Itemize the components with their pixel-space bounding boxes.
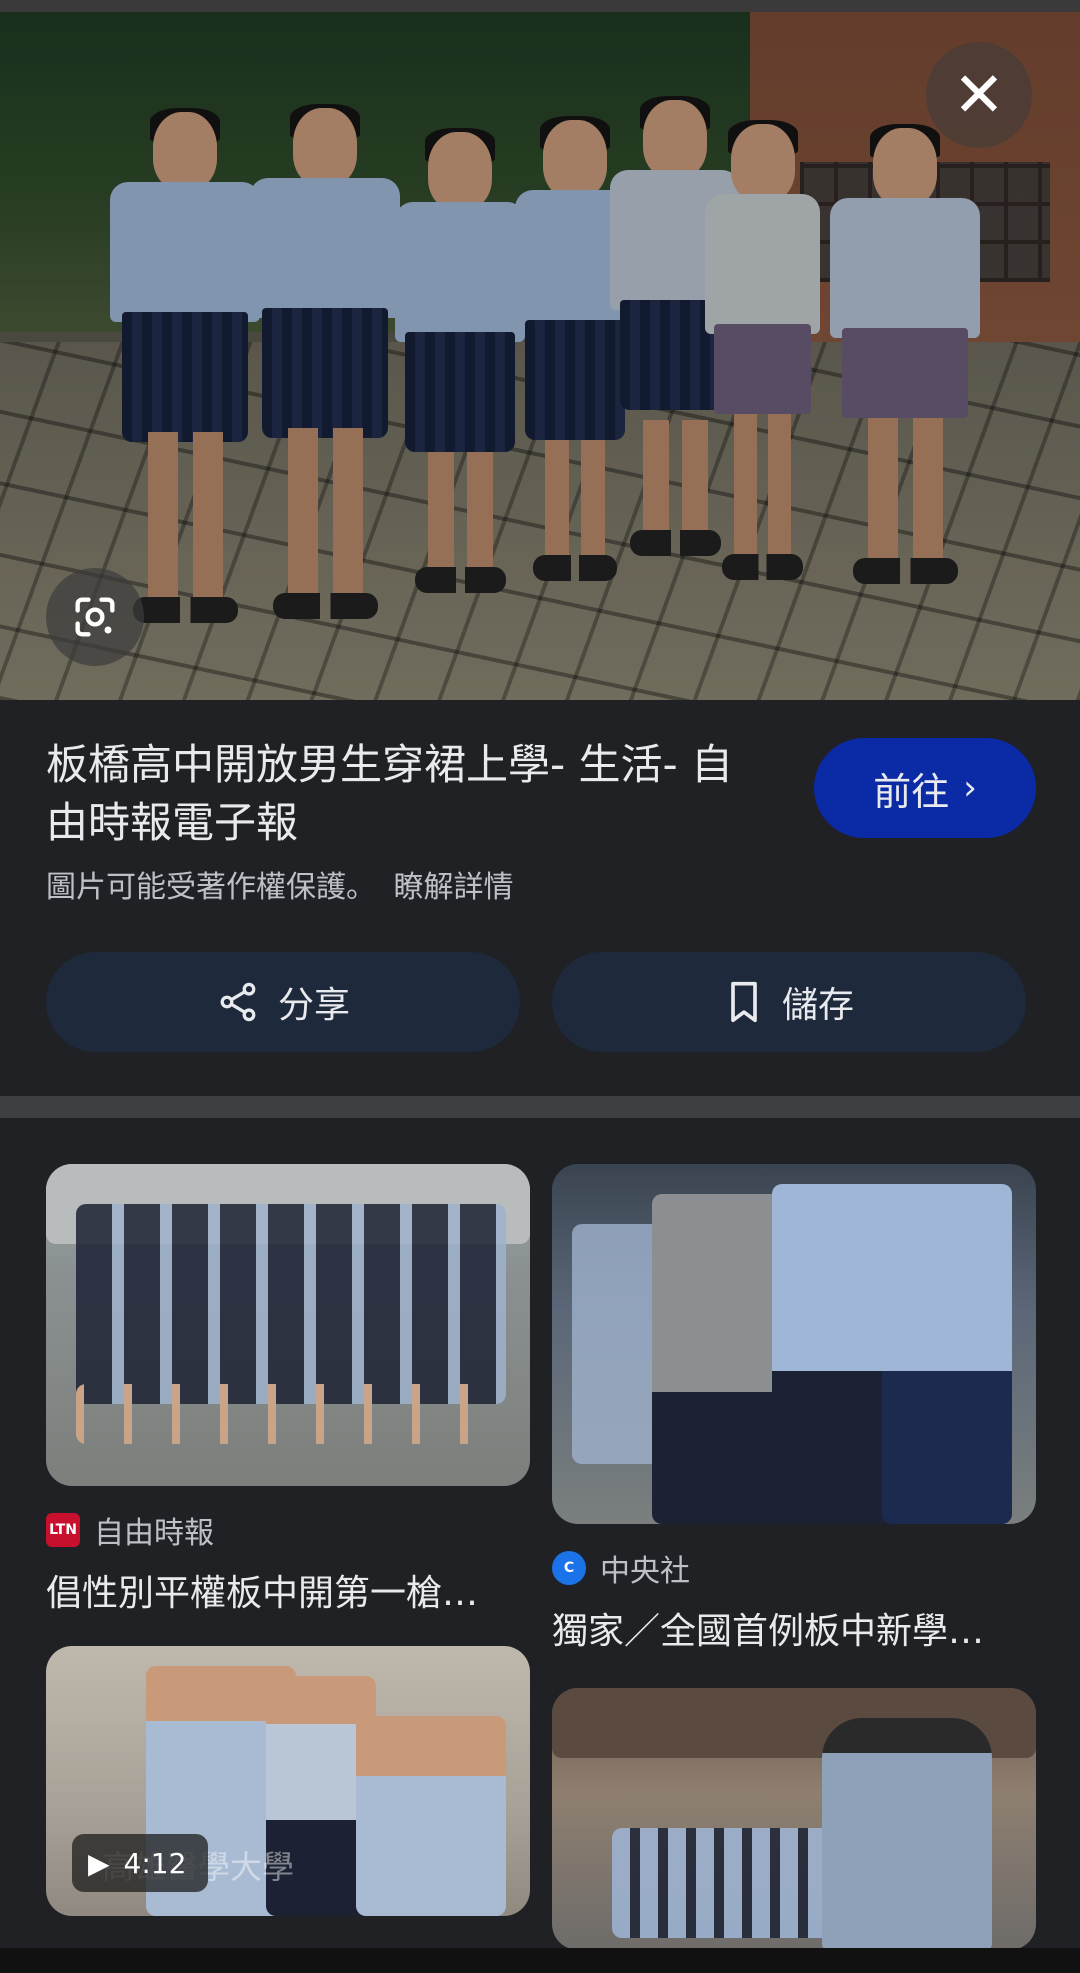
video-duration: 4:12 (123, 1846, 187, 1880)
result-title[interactable]: 板橋高中開放男生穿裙上學- 生活- 自由時報電子報 (46, 736, 756, 852)
share-icon (220, 982, 256, 1022)
main-image[interactable]: ✕ (0, 12, 1080, 700)
related-thumbnail[interactable] (552, 1688, 1036, 1950)
related-title: 倡性別平權板中開第一槍… (46, 1573, 479, 1614)
copyright-text: 圖片可能受著作權保護。 (46, 870, 376, 905)
video-duration-badge: ▶ 4:12 (72, 1834, 209, 1892)
visit-label: 前往 (873, 769, 950, 814)
save-button[interactable]: 儲存 (552, 952, 1026, 1052)
ltn-logo-icon: LTN (46, 1513, 80, 1547)
bottom-edge (0, 1948, 1080, 1973)
image-dim-overlay (0, 12, 1080, 700)
related-card[interactable]: LTN 自由時報 倡性別平權板中開第一槍… (46, 1164, 530, 1616)
related-thumbnail[interactable] (552, 1164, 1036, 1524)
close-button[interactable]: ✕ (926, 42, 1032, 148)
visit-button[interactable]: 前往 › (814, 738, 1036, 838)
bookmark-icon (731, 981, 757, 1023)
related-source: 中央社 (600, 1554, 690, 1589)
chevron-right-icon: › (963, 768, 977, 808)
google-lens-icon (75, 597, 115, 637)
google-lens-button[interactable] (46, 568, 144, 666)
related-card[interactable]: 高雄醫學大學 ▶ 4:12 (46, 1646, 530, 1916)
play-icon: ▶ (88, 1846, 110, 1880)
close-icon: ✕ (953, 58, 1005, 131)
result-info: 板橋高中開放男生穿裙上學- 生活- 自由時報電子報 前往 › 圖片可能受著作權保… (0, 700, 1080, 1096)
learn-more-link[interactable]: 瞭解詳情 (394, 870, 514, 905)
share-button[interactable]: 分享 (46, 952, 520, 1052)
save-label: 儲存 (781, 985, 854, 1026)
section-divider (0, 1096, 1080, 1118)
copyright-notice: 圖片可能受著作權保護。 瞭解詳情 (46, 862, 514, 906)
related-thumbnail[interactable]: 高雄醫學大學 ▶ 4:12 (46, 1646, 530, 1916)
related-thumbnail[interactable] (46, 1164, 530, 1486)
related-source: 自由時報 (94, 1516, 214, 1551)
related-card[interactable]: C 中央社 獨家／全國首例板中新學… (552, 1164, 1036, 1654)
related-title: 獨家／全國首例板中新學… (552, 1611, 985, 1652)
top-edge (0, 0, 1080, 12)
share-label: 分享 (277, 985, 350, 1026)
cna-logo-icon: C (552, 1551, 586, 1585)
related-card[interactable] (552, 1688, 1036, 1950)
